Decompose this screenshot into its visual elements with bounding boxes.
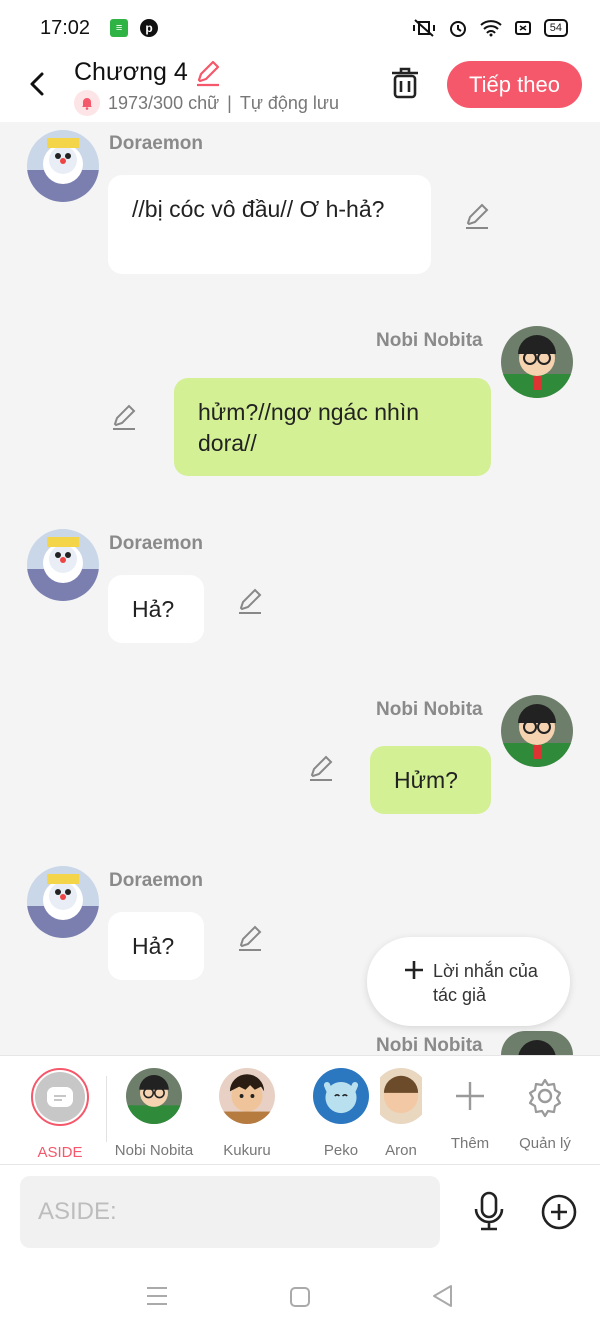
pinterest-icon: p: [140, 19, 159, 37]
avatar-nobita: [126, 1068, 182, 1124]
back-icon[interactable]: [431, 1284, 453, 1308]
trash-icon[interactable]: [386, 64, 424, 102]
separator: |: [227, 92, 232, 113]
next-button[interactable]: Tiếp theo: [447, 61, 582, 108]
avatar-doraemon[interactable]: [27, 529, 99, 601]
avatar-nobita[interactable]: [501, 695, 573, 767]
character-name: Peko: [323, 1142, 359, 1159]
chapter-subline: 1973/300 chữ | Tự động lưu: [74, 90, 339, 116]
status-left-icons: ≡ p: [110, 19, 159, 37]
message-bubble[interactable]: Hả?: [108, 912, 204, 980]
character-name: Aron: [385, 1142, 417, 1159]
chapter-title-text: Chương 4: [74, 58, 188, 86]
message-bubble[interactable]: Hả?: [108, 575, 204, 643]
author-note-label: Lời nhắn của tác giả: [433, 961, 538, 1005]
sender-name: Doraemon: [109, 533, 203, 554]
chat-bubble-icon: [47, 1087, 73, 1107]
character-aron[interactable]: Aron: [380, 1068, 422, 1159]
status-bar: 17:02 ≡ p 54: [0, 0, 600, 56]
wifi-icon: [480, 20, 502, 37]
input-area: [0, 1165, 600, 1260]
back-arrow-icon[interactable]: [20, 66, 56, 102]
sender-name: Nobi Nobita: [376, 699, 483, 720]
avatar-doraemon[interactable]: [27, 866, 99, 938]
avatar-aron: [380, 1068, 422, 1124]
message-bubble[interactable]: //bị cóc vô đầu// Ơ h-hả?: [108, 175, 431, 274]
aside-avatar: [31, 1068, 89, 1126]
bell-icon: [74, 90, 100, 116]
mute-vibrate-icon: [412, 19, 435, 37]
character-aron-clip: Aron: [380, 1056, 422, 1166]
character-aside[interactable]: ASIDE: [15, 1068, 105, 1161]
chapter-title[interactable]: Chương 4: [74, 58, 222, 87]
edit-message-icon[interactable]: [110, 403, 138, 431]
word-count: 1973/300 chữ: [108, 92, 220, 113]
alarm-icon: [449, 21, 466, 37]
chapter-header: Chương 4 1973/300 chữ | Tự động lưu Tiếp…: [0, 56, 600, 122]
message-bubble[interactable]: Hửm?: [370, 746, 491, 814]
message-bubble[interactable]: hửm?//ngơ ngác nhìn dora//: [174, 378, 491, 476]
gear-icon: [528, 1078, 562, 1118]
avatar-kukuru: [219, 1068, 275, 1124]
app-notification-icon: ≡: [110, 19, 129, 37]
status-time: 17:02: [40, 16, 91, 39]
plus-icon: [456, 1082, 484, 1110]
status-right-icons: 54: [412, 18, 568, 38]
microphone-icon[interactable]: [471, 1191, 507, 1231]
edit-message-icon[interactable]: [236, 924, 264, 952]
plus-icon: [405, 961, 423, 979]
menu-icon[interactable]: [146, 1286, 168, 1306]
character-name: Nobi Nobita: [114, 1142, 194, 1159]
edit-message-icon[interactable]: [463, 202, 491, 230]
character-peko[interactable]: Peko: [296, 1068, 386, 1159]
manage-button[interactable]: Quản lý: [500, 1068, 590, 1152]
autosave-label: Tự động lưu: [239, 92, 339, 113]
sim-icon: [514, 21, 531, 35]
avatar-doraemon[interactable]: [27, 130, 99, 202]
sender-name: Nobi Nobita: [376, 330, 483, 351]
divider: [106, 1076, 107, 1142]
avatar-peko: [313, 1068, 369, 1124]
character-name: Kukuru: [223, 1142, 271, 1159]
sender-name: Doraemon: [109, 870, 203, 891]
edit-message-icon[interactable]: [307, 754, 335, 782]
sender-name: Nobi Nobita: [376, 1035, 483, 1056]
pencil-icon[interactable]: [194, 59, 222, 87]
add-circle-icon[interactable]: [540, 1193, 578, 1231]
avatar-nobita[interactable]: [501, 1031, 573, 1055]
edit-message-icon[interactable]: [236, 587, 264, 615]
character-kukuru[interactable]: Kukuru: [202, 1068, 292, 1159]
message-input[interactable]: [20, 1176, 440, 1248]
character-name: ASIDE: [37, 1144, 83, 1161]
character-bar: ASIDE Nobi Nobita Kukuru Peko Aron Thêm …: [0, 1055, 600, 1165]
home-icon[interactable]: [289, 1286, 311, 1308]
manage-label: Quản lý: [519, 1135, 571, 1152]
sender-name: Doraemon: [109, 133, 203, 154]
battery-indicator: 54: [543, 19, 568, 37]
character-nobita[interactable]: Nobi Nobita: [109, 1068, 199, 1159]
system-nav-bar: [0, 1260, 600, 1333]
author-note-button[interactable]: Lời nhắn của tác giả: [367, 937, 570, 1026]
avatar-nobita[interactable]: [501, 326, 573, 398]
